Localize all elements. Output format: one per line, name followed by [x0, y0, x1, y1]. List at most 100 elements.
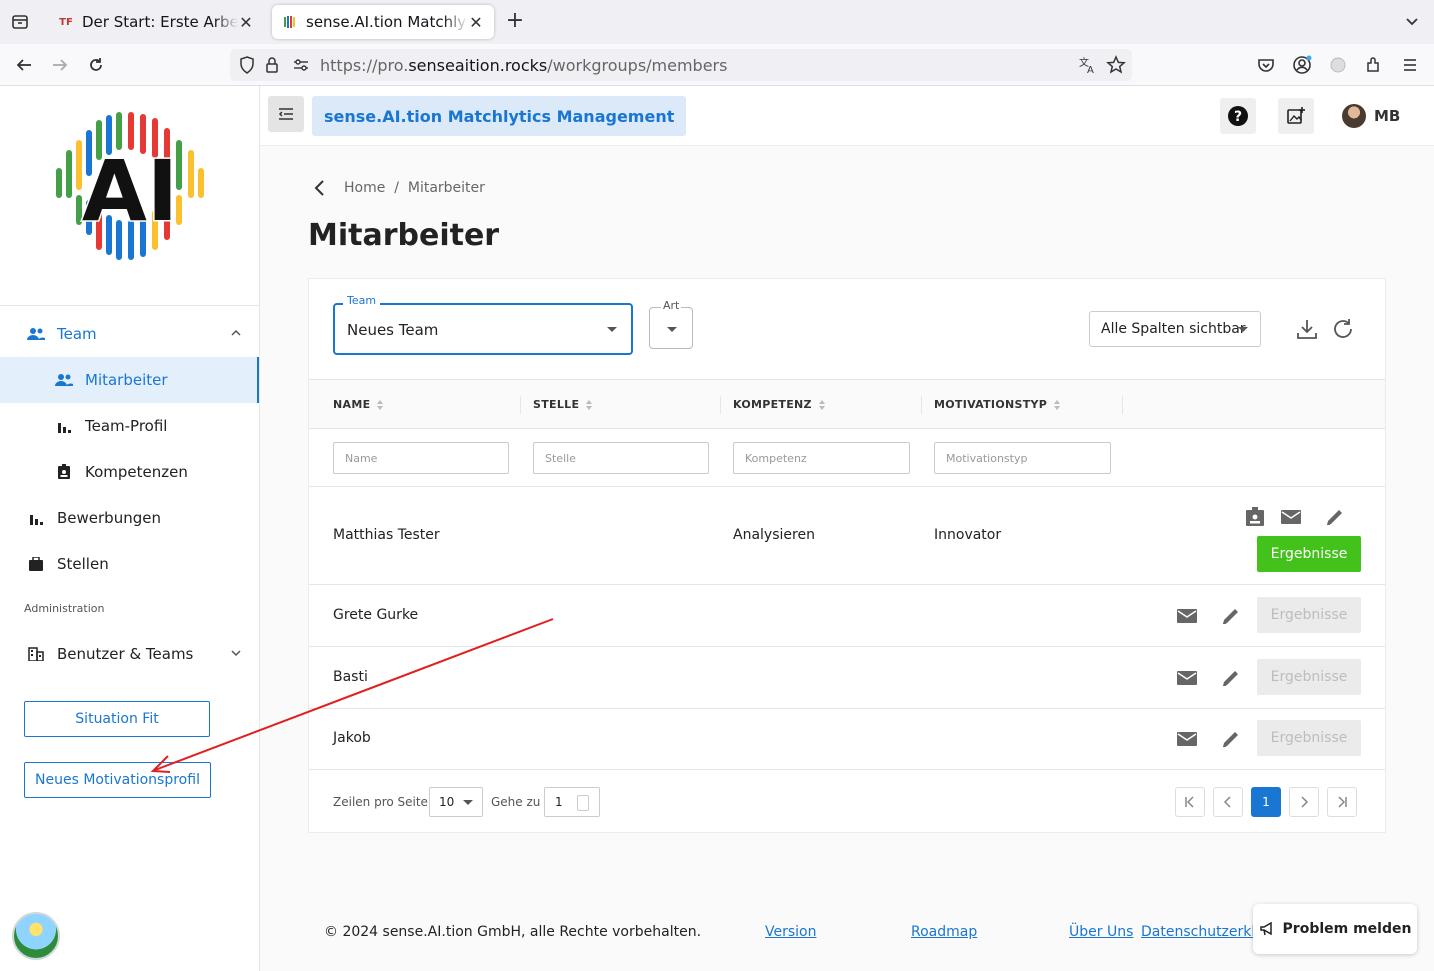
breadcrumb[interactable]: Home / Mitarbeiter: [344, 180, 485, 196]
help-button[interactable]: ?: [1220, 98, 1256, 134]
column-header-kompetenz[interactable]: KOMPETENZ: [733, 398, 826, 411]
results-button-disabled: Ergebnisse: [1257, 659, 1361, 695]
menu-toggle-button[interactable]: [268, 96, 304, 132]
footer-link-ueber-uns[interactable]: Über Uns: [1069, 924, 1133, 940]
lock-icon[interactable]: [264, 55, 280, 79]
sidebar-section-label: Administration: [24, 602, 105, 615]
help-icon: ?: [1228, 106, 1248, 126]
filter-row: [309, 429, 1385, 487]
goto-page-input[interactable]: 1: [544, 787, 600, 817]
stepper-icon[interactable]: [577, 795, 589, 811]
extensions-puzzle-icon[interactable]: [1363, 54, 1385, 76]
browser-tab[interactable]: TF Der Start: Erste Arbeit ✕: [48, 5, 264, 39]
back-chevron-icon[interactable]: [312, 178, 328, 198]
column-header-label: KOMPETENZ: [733, 398, 812, 411]
mail-icon[interactable]: [1280, 506, 1302, 528]
column-header-name[interactable]: NAME: [333, 398, 384, 411]
sidebar-item-kompetenzen[interactable]: Kompetenzen: [0, 449, 259, 495]
new-motivation-profile-button[interactable]: Neues Motivationsprofil: [24, 762, 211, 798]
report-problem-button[interactable]: Problem melden: [1253, 904, 1417, 954]
chevron-down-icon: [229, 646, 243, 660]
mail-icon[interactable]: [1176, 605, 1198, 627]
user-initials[interactable]: MB: [1374, 107, 1400, 125]
rows-per-page-select[interactable]: 10: [429, 787, 483, 817]
forward-arrow-icon[interactable]: [49, 54, 71, 76]
results-button-disabled: Ergebnisse: [1257, 597, 1361, 633]
previous-page-icon[interactable]: [1213, 787, 1243, 817]
close-tab-icon[interactable]: ✕: [238, 13, 254, 32]
app-title[interactable]: sense.AI.tion Matchlytics Management: [312, 96, 687, 136]
bookmark-star-icon[interactable]: [1106, 55, 1126, 79]
browser-tab-bar: TF Der Start: Erste Arbeit ✕ sense.AI.ti…: [0, 0, 1434, 44]
results-button[interactable]: Ergebnisse: [1257, 536, 1361, 572]
column-header-motivationstyp[interactable]: MOTIVATIONSTYP: [934, 398, 1061, 411]
support-avatar[interactable]: [12, 912, 60, 960]
first-page-icon[interactable]: [1175, 787, 1205, 817]
back-arrow-icon[interactable]: [13, 54, 35, 76]
tab-title: sense.AI.tion Matchlyt: [306, 13, 468, 31]
sidebar-item-bewerbungen[interactable]: Bewerbungen: [0, 495, 259, 541]
footer-link-datenschutz[interactable]: Datenschutzerklä: [1141, 924, 1264, 940]
download-icon[interactable]: [1295, 317, 1319, 341]
edit-pencil-icon[interactable]: [1324, 506, 1346, 528]
situation-fit-button[interactable]: Situation Fit: [24, 701, 210, 737]
sidebar: AI Team Mitarbeiter Team-Profil Kompeten…: [0, 86, 260, 971]
mail-icon[interactable]: [1176, 728, 1198, 750]
edit-pencil-icon[interactable]: [1220, 605, 1242, 627]
column-separator: [921, 396, 922, 414]
refresh-icon[interactable]: [1331, 317, 1355, 341]
translate-icon[interactable]: 文A: [1078, 55, 1098, 79]
stelle-filter-input[interactable]: [533, 442, 709, 474]
svg-text:A: A: [1087, 65, 1094, 75]
chevron-down-icon[interactable]: [1402, 12, 1422, 32]
column-header-stelle[interactable]: STELLE: [533, 398, 593, 411]
browser-tab-active[interactable]: sense.AI.tion Matchlyt ✕: [272, 5, 494, 39]
footer-link-roadmap[interactable]: Roadmap: [911, 924, 977, 940]
footer-copyright: © 2024 sense.AI.tion GmbH, alle Rechte v…: [324, 924, 702, 940]
add-image-button[interactable]: [1278, 98, 1314, 134]
user-avatar[interactable]: [1342, 104, 1366, 128]
kompetenz-filter-input[interactable]: [733, 442, 910, 474]
id-card-icon[interactable]: [1244, 506, 1266, 528]
hamburger-menu-icon[interactable]: [1399, 54, 1421, 76]
results-button-disabled: Ergebnisse: [1257, 720, 1361, 756]
sidebar-item-mitarbeiter[interactable]: Mitarbeiter: [0, 357, 259, 403]
new-tab-icon[interactable]: +: [504, 10, 526, 32]
last-page-icon[interactable]: [1327, 787, 1357, 817]
extension-icon[interactable]: [1327, 54, 1349, 76]
permissions-icon[interactable]: [292, 57, 310, 77]
address-bar[interactable]: https://pro.senseaition.rocks/workgroups…: [230, 49, 1132, 81]
pocket-icon[interactable]: [1255, 54, 1277, 76]
column-header-label: NAME: [333, 398, 371, 411]
sidebar-item-label: Mitarbeiter: [85, 371, 168, 389]
edit-pencil-icon[interactable]: [1220, 667, 1242, 689]
name-filter-input[interactable]: [333, 442, 509, 474]
footer-link-version[interactable]: Version: [765, 924, 816, 940]
member-motivationstyp: Innovator: [934, 527, 1002, 543]
sidebar-item-label: Kompetenzen: [85, 463, 188, 481]
art-select[interactable]: [649, 307, 693, 349]
reload-icon[interactable]: [85, 54, 107, 76]
current-page-button[interactable]: 1: [1251, 787, 1281, 817]
sidebar-item-team-profil[interactable]: Team-Profil: [0, 403, 259, 449]
caret-down-icon: [607, 327, 617, 332]
tab-favicon: [282, 14, 298, 30]
account-icon[interactable]: [1291, 54, 1313, 76]
sidebar-item-benutzer-teams[interactable]: Benutzer & Teams: [0, 631, 259, 677]
shield-icon[interactable]: [238, 55, 256, 79]
mail-icon[interactable]: [1176, 667, 1198, 689]
badge-icon: [55, 463, 73, 481]
sidebar-item-label: Team: [57, 325, 97, 343]
member-name: Jakob: [333, 730, 371, 746]
team-select[interactable]: Neues Team: [333, 303, 633, 355]
sort-icon: [818, 399, 825, 410]
close-tab-icon[interactable]: ✕: [468, 13, 484, 32]
sidebar-item-stellen[interactable]: Stellen: [0, 541, 259, 587]
edit-pencil-icon[interactable]: [1220, 728, 1242, 750]
columns-visibility-select[interactable]: Alle Spalten sichtbar: [1089, 311, 1261, 347]
tab-list-icon[interactable]: [10, 12, 30, 32]
sidebar-item-team[interactable]: Team: [0, 311, 259, 357]
motivationstyp-filter-input[interactable]: [934, 442, 1111, 474]
bar-chart-icon: [27, 509, 45, 527]
next-page-icon[interactable]: [1289, 787, 1319, 817]
